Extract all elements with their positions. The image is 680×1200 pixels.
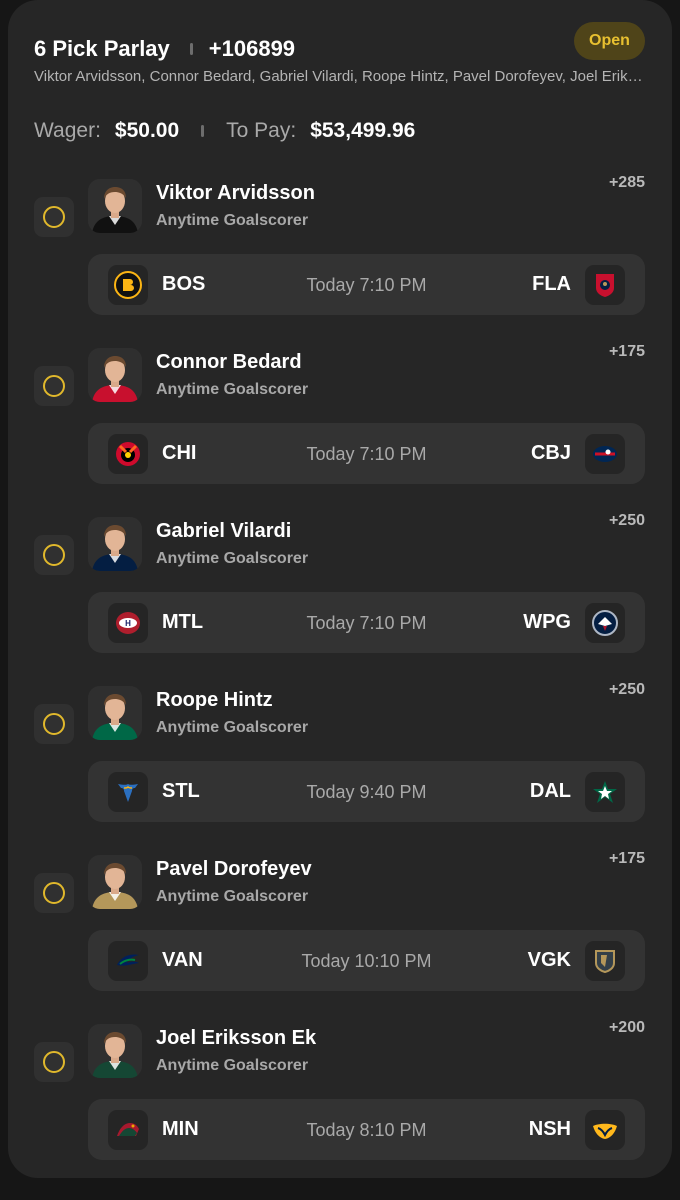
player-avatar-icon: [88, 1024, 142, 1078]
stars-logo-icon: [593, 781, 617, 803]
wager-divider: [201, 125, 205, 137]
home-team-logo: [585, 434, 625, 474]
player-name: Viktor Arvidsson: [156, 182, 315, 204]
leg-status-indicator: [34, 366, 74, 406]
jets-logo-icon: [592, 610, 618, 636]
pending-circle-icon: [43, 713, 65, 735]
predators-logo-icon: [593, 1123, 617, 1139]
players-summary: Viktor Arvidsson, Connor Bedard, Gabriel…: [34, 68, 644, 85]
leg-status-indicator: [34, 1042, 74, 1082]
player-name: Connor Bedard: [156, 351, 302, 373]
leg-status-indicator: [34, 197, 74, 237]
player-headshot: [88, 517, 142, 571]
wager-value: $50.00: [114, 119, 180, 142]
golden-knights-logo-icon: [595, 950, 615, 974]
bet-header: 6 Pick Parlay +106899: [34, 34, 295, 64]
player-avatar-icon: [88, 686, 142, 740]
player-avatar-icon: [88, 179, 142, 233]
player-name: Joel Eriksson Ek: [156, 1027, 317, 1049]
game-matchup[interactable]: H MTL Today 7:10 PM WPG: [88, 592, 645, 653]
leg-status-indicator: [34, 704, 74, 744]
leg-odds: +250: [608, 512, 645, 529]
panthers-logo-icon: [596, 274, 614, 297]
leg-odds: +285: [608, 174, 645, 191]
home-team-abbr: DAL: [529, 780, 571, 802]
leg-status-indicator: [34, 535, 74, 575]
player-name: Pavel Dorofeyev: [156, 858, 312, 880]
parlay-leg[interactable]: Viktor Arvidsson Anytime Goalscorer +285…: [0, 174, 680, 339]
home-team-abbr: VGK: [527, 949, 571, 971]
game-matchup[interactable]: MIN Today 8:10 PM NSH: [88, 1099, 645, 1160]
player-avatar-icon: [88, 855, 142, 909]
wager-summary: Wager: $50.00 To Pay: $53,499.96: [34, 116, 415, 146]
home-team-logo: [585, 265, 625, 305]
player-avatar-icon: [88, 348, 142, 402]
pending-circle-icon: [43, 1051, 65, 1073]
market-type: Anytime Goalscorer: [156, 550, 309, 567]
title-divider: [189, 43, 193, 55]
to-pay-value: $53,499.96: [310, 119, 416, 142]
wager-label: Wager:: [34, 119, 101, 142]
pending-circle-icon: [43, 882, 65, 904]
player-avatar-icon: [88, 517, 142, 571]
home-team-logo: [585, 603, 625, 643]
player-headshot: [88, 686, 142, 740]
parlay-leg[interactable]: Joel Eriksson Ek Anytime Goalscorer +200…: [0, 1019, 680, 1184]
game-matchup[interactable]: BOS Today 7:10 PM FLA: [88, 254, 645, 315]
market-type: Anytime Goalscorer: [156, 719, 309, 736]
home-team-abbr: WPG: [523, 611, 571, 633]
parlay-leg[interactable]: Roope Hintz Anytime Goalscorer +250 STL …: [0, 681, 680, 846]
player-headshot: [88, 855, 142, 909]
game-matchup[interactable]: STL Today 9:40 PM DAL: [88, 761, 645, 822]
market-type: Anytime Goalscorer: [156, 888, 309, 905]
pending-circle-icon: [43, 544, 65, 566]
leg-odds: +175: [608, 850, 645, 867]
leg-odds: +175: [608, 343, 645, 360]
parlay-leg[interactable]: Connor Bedard Anytime Goalscorer +175 CH…: [0, 343, 680, 508]
bet-title: 6 Pick Parlay: [34, 36, 170, 61]
player-name: Gabriel Vilardi: [156, 520, 292, 542]
player-headshot: [88, 179, 142, 233]
market-type: Anytime Goalscorer: [156, 381, 309, 398]
parlay-leg[interactable]: Gabriel Vilardi Anytime Goalscorer +250 …: [0, 512, 680, 677]
leg-status-indicator: [34, 873, 74, 913]
home-team-logo: [585, 772, 625, 812]
game-matchup[interactable]: VAN Today 10:10 PM VGK: [88, 930, 645, 991]
leg-odds: +200: [608, 1019, 645, 1036]
home-team-abbr: FLA: [532, 273, 571, 295]
bet-total-odds: +106899: [208, 36, 296, 61]
to-pay-label: To Pay:: [226, 119, 297, 142]
parlay-leg[interactable]: Pavel Dorofeyev Anytime Goalscorer +175 …: [0, 850, 680, 1015]
game-matchup[interactable]: CHI Today 7:10 PM CBJ: [88, 423, 645, 484]
leg-odds: +250: [608, 681, 645, 698]
player-headshot: [88, 348, 142, 402]
pending-circle-icon: [43, 206, 65, 228]
blue-jackets-logo-icon: [593, 446, 617, 462]
home-team-abbr: NSH: [528, 1118, 571, 1140]
player-headshot: [88, 1024, 142, 1078]
pending-circle-icon: [43, 375, 65, 397]
home-team-logo: [585, 941, 625, 981]
market-type: Anytime Goalscorer: [156, 212, 309, 229]
home-team-abbr: CBJ: [530, 442, 571, 464]
home-team-logo: [585, 1110, 625, 1150]
market-type: Anytime Goalscorer: [156, 1057, 309, 1074]
player-name: Roope Hintz: [156, 689, 273, 711]
status-badge: Open: [574, 22, 645, 60]
